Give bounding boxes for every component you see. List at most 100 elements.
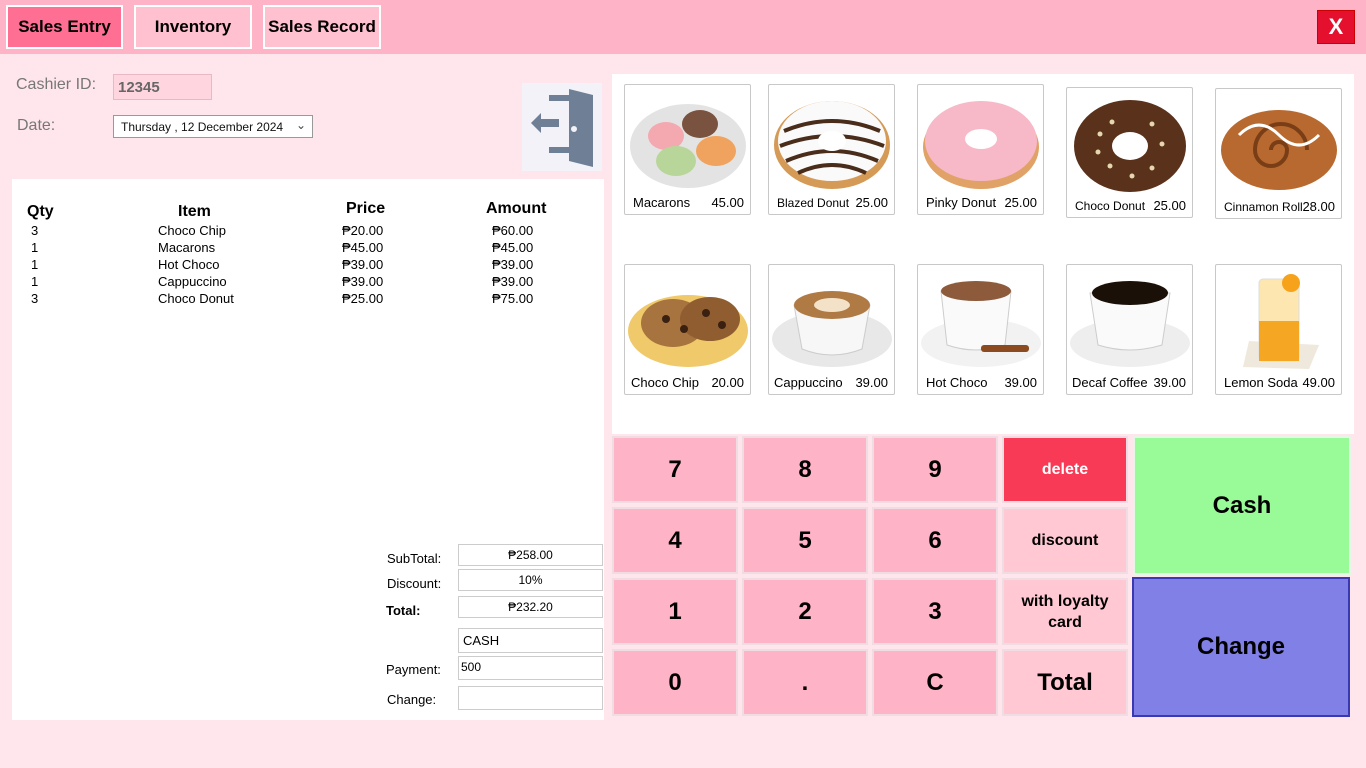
row-price: ₱39.00 [342,274,384,289]
change-field[interactable] [458,686,603,710]
row-qty: 3 [31,223,39,238]
blazed-donut-image [771,87,892,194]
logout-button[interactable] [522,83,602,171]
loyalty-card-button[interactable]: with loyalty card [1002,578,1128,645]
payment-label: Payment: [386,662,441,677]
row-qty: 1 [31,240,39,255]
product-name: Lemon Soda [1224,375,1298,390]
product-grid: Macarons 45.00 Blazed Donut 25.00 Pinky … [612,74,1354,434]
row-price: ₱39.00 [342,257,384,272]
row-item: Choco Chip [158,223,226,238]
macarons-image [627,87,748,194]
row-amount: ₱39.00 [492,274,534,289]
decaf-coffee-image [1069,267,1190,374]
product-name: Choco Chip [631,375,699,390]
cashier-id-field[interactable]: 12345 [113,74,212,100]
close-button[interactable]: X [1317,10,1355,44]
choco-donut-image [1069,90,1190,197]
clear-button[interactable]: C [872,649,998,716]
discount-button[interactable]: discount [1002,507,1128,574]
row-price: ₱45.00 [342,240,384,255]
row-amount: ₱45.00 [492,240,534,255]
receipt-row[interactable]: 3 Choco Chip ₱20.00 ₱60.00 [12,223,604,240]
product-price: 49.00 [1302,375,1335,390]
amount-header: Amount [486,200,547,217]
total-label: Total: [386,603,421,618]
change-label: Change: [387,692,437,707]
receipt-row[interactable]: 1 Macarons ₱45.00 ₱45.00 [12,240,604,257]
product-hot-choco[interactable]: Hot Choco 39.00 [917,264,1044,395]
row-item: Choco Donut [158,291,234,306]
tab-inventory[interactable]: Inventory [134,5,252,49]
product-name: Hot Choco [926,375,988,390]
product-blazed-donut[interactable]: Blazed Donut 25.00 [768,84,895,215]
key-2[interactable]: 2 [742,578,868,645]
product-price: 28.00 [1302,199,1335,214]
lemon-soda-image [1218,267,1339,374]
row-qty: 1 [31,274,39,289]
key-3[interactable]: 3 [872,578,998,645]
product-decaf-coffee[interactable]: Decaf Coffee 39.00 [1066,264,1193,395]
receipt-panel: Qty Item Price Amount 3 Choco Chip ₱20.0… [12,179,604,720]
product-price: 45.00 [711,195,744,210]
payment-field[interactable]: 500 [458,656,603,680]
discount-field[interactable]: 10% [458,569,603,591]
delete-button[interactable]: delete [1002,436,1128,503]
key-0[interactable]: 0 [612,649,738,716]
price-header: Price [346,200,386,217]
key-1[interactable]: 1 [612,578,738,645]
product-price: 39.00 [1153,375,1186,390]
row-qty: 1 [31,257,39,272]
product-name: Macarons [633,195,691,210]
chevron-down-icon: ⌄ [295,118,306,132]
product-lemon-soda[interactable]: Lemon Soda 49.00 [1215,264,1342,395]
pinky-donut-image [920,87,1041,194]
key-6[interactable]: 6 [872,507,998,574]
row-amount: ₱39.00 [492,257,534,272]
product-name: Cappuccino [774,375,843,390]
product-name: Decaf Coffee [1072,375,1148,390]
payment-method-field[interactable]: CASH [458,628,603,653]
product-cinnamon-roll[interactable]: Cinnamon Roll 28.00 [1215,88,1342,219]
row-item: Cappuccino [158,274,227,289]
product-choco-donut[interactable]: Choco Donut 25.00 [1066,87,1193,218]
product-macarons[interactable]: Macarons 45.00 [624,84,751,215]
product-price: 25.00 [1153,198,1186,213]
change-button[interactable]: Change [1132,577,1350,717]
key-4[interactable]: 4 [612,507,738,574]
key-7[interactable]: 7 [612,436,738,503]
product-choco-chip[interactable]: Choco Chip 20.00 [624,264,751,395]
product-name: Choco Donut [1075,199,1146,213]
product-name: Pinky Donut [926,195,997,210]
subtotal-field[interactable]: ₱258.00 [458,544,603,566]
key-dot[interactable]: . [742,649,868,716]
total-button[interactable]: Total [1002,649,1128,716]
date-picker[interactable]: Thursday , 12 December 2024 ⌄ [113,115,313,138]
item-header: Item [178,203,211,220]
row-amount: ₱75.00 [492,291,534,306]
choco-chip-image [627,267,748,374]
date-value: Thursday , 12 December 2024 [121,120,284,134]
qty-header: Qty [27,203,54,220]
tab-sales-entry[interactable]: Sales Entry [6,5,123,49]
product-price: 25.00 [1004,195,1037,210]
product-cappuccino[interactable]: Cappuccino 39.00 [768,264,895,395]
discount-label: Discount: [387,576,442,591]
row-amount: ₱60.00 [492,223,534,238]
row-price: ₱25.00 [342,291,384,306]
cash-button[interactable]: Cash [1133,436,1351,575]
tab-sales-record[interactable]: Sales Record [263,5,381,49]
product-price: 39.00 [1004,375,1037,390]
key-5[interactable]: 5 [742,507,868,574]
key-8[interactable]: 8 [742,436,868,503]
total-field[interactable]: ₱232.20 [458,596,603,618]
receipt-row[interactable]: 1 Hot Choco ₱39.00 ₱39.00 [12,257,604,274]
receipt-row[interactable]: 1 Cappuccino ₱39.00 ₱39.00 [12,274,604,291]
product-name: Cinnamon Roll [1224,200,1303,214]
product-pinky-donut[interactable]: Pinky Donut 25.00 [917,84,1044,215]
row-item: Macarons [158,240,216,255]
row-item: Hot Choco [158,257,220,272]
receipt-row[interactable]: 3 Choco Donut ₱25.00 ₱75.00 [12,291,604,308]
product-price: 25.00 [855,195,888,210]
key-9[interactable]: 9 [872,436,998,503]
